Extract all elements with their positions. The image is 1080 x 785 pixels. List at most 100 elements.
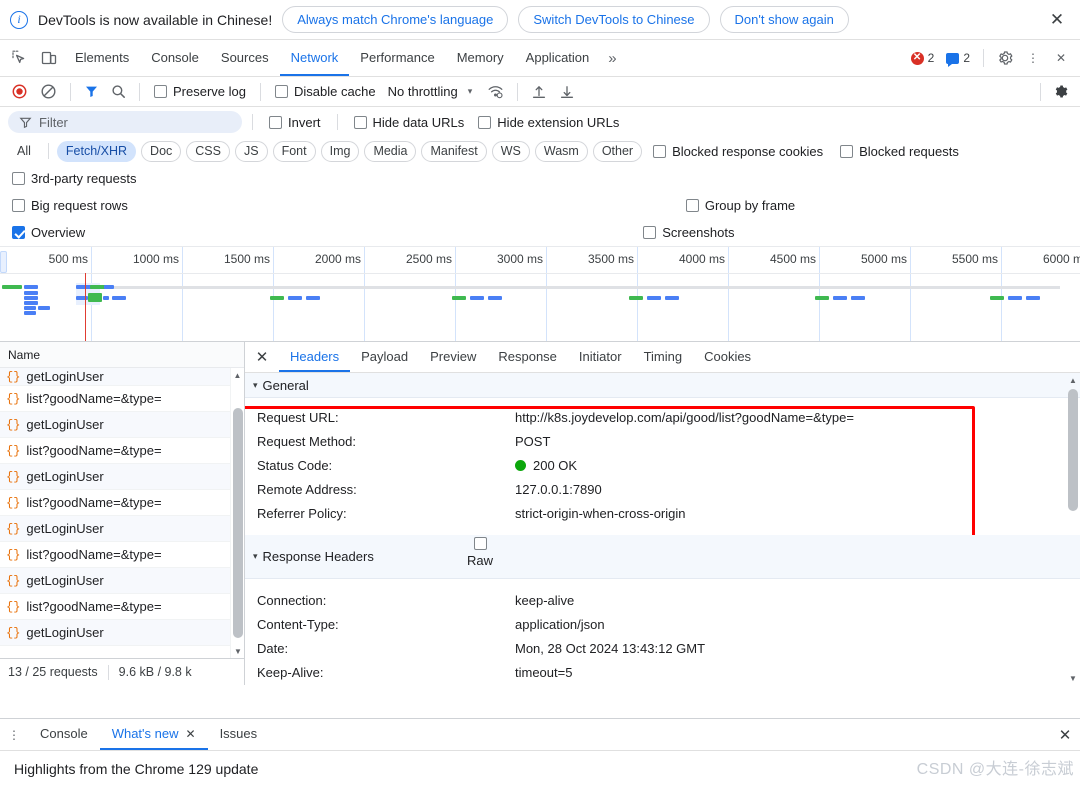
group-by-frame-checkbox[interactable]: Group by frame <box>680 198 801 213</box>
request-list-header[interactable]: Name <box>0 342 244 368</box>
scroll-up-icon[interactable]: ▲ <box>231 368 244 382</box>
drawer-tab-issues[interactable]: Issues <box>208 719 270 750</box>
close-devtools-icon[interactable]: ✕ <box>1048 45 1074 71</box>
filter-chip-other[interactable]: Other <box>592 140 643 162</box>
tab-network[interactable]: Network <box>279 40 350 76</box>
tab-application[interactable]: Application <box>515 40 601 76</box>
response-headers-section-header[interactable]: ▾ Response Headers Raw <box>245 535 1080 579</box>
filter-chip-all[interactable]: All <box>8 141 40 162</box>
network-conditions-icon[interactable] <box>482 80 509 104</box>
network-overview-timeline[interactable]: 500 ms 1000 ms 1500 ms 2000 ms 2500 ms 3… <box>0 246 1080 342</box>
request-list-scrollbar[interactable]: ▲ ▼ <box>230 368 244 658</box>
table-row[interactable]: {} list?goodName=&type= <box>0 594 244 620</box>
export-har-icon[interactable] <box>554 80 580 104</box>
table-row[interactable]: {} getLoginUser <box>0 568 244 594</box>
blocked-requests-checkbox[interactable]: Blocked requests <box>834 144 965 159</box>
dont-show-again-button[interactable]: Don't show again <box>719 6 849 33</box>
request-rows[interactable]: {} getLoginUser {} list?goodName=&type= {}… <box>0 368 244 658</box>
filter-chip-manifest[interactable]: Manifest <box>421 140 487 162</box>
tab-timing[interactable]: Timing <box>633 342 694 372</box>
overview-checkbox[interactable]: Overview <box>8 225 91 240</box>
kebab-menu-icon[interactable]: ⋮ <box>1020 45 1046 71</box>
filter-chip-fetch-xhr[interactable]: Fetch/XHR <box>56 140 137 162</box>
table-row[interactable]: {} list?goodName=&type= <box>0 490 244 516</box>
table-row[interactable]: {} getLoginUser <box>0 620 244 646</box>
table-row[interactable]: {} list?goodName=&type= <box>0 438 244 464</box>
clear-icon[interactable] <box>35 80 62 104</box>
tab-response[interactable]: Response <box>487 342 568 372</box>
invert-checkbox[interactable]: Invert <box>263 115 327 130</box>
tab-elements[interactable]: Elements <box>64 40 140 76</box>
tab-headers[interactable]: Headers <box>279 342 351 372</box>
timeline-tick: 3500 ms <box>588 247 638 341</box>
field-value[interactable]: http://k8s.joydevelop.com/api/good/list?… <box>515 410 854 425</box>
funnel-icon[interactable] <box>79 80 104 104</box>
close-detail-icon[interactable]: ✕ <box>245 342 279 372</box>
switch-to-chinese-button[interactable]: Switch DevTools to Chinese <box>518 6 710 33</box>
error-badge[interactable]: ✕ 2 <box>906 51 940 65</box>
tab-console[interactable]: Console <box>140 40 210 76</box>
tab-cookies[interactable]: Cookies <box>693 342 762 372</box>
scrollbar-thumb[interactable] <box>233 408 243 638</box>
table-row[interactable]: {} list?goodName=&type= <box>0 386 244 412</box>
field-value-wrap: 200 OK <box>515 458 577 473</box>
table-row[interactable]: {} getLoginUser <box>0 516 244 542</box>
third-party-requests-checkbox[interactable]: 3rd-party requests <box>8 171 143 186</box>
overview-left-handle[interactable] <box>0 251 7 273</box>
invert-label: Invert <box>288 114 321 130</box>
search-input[interactable]: Filter <box>8 111 242 133</box>
screenshots-checkbox[interactable]: Screenshots <box>637 225 740 240</box>
record-icon[interactable] <box>6 80 33 104</box>
table-row[interactable]: {} getLoginUser <box>0 368 244 386</box>
scroll-up-icon[interactable]: ▲ <box>1066 373 1080 387</box>
detail-scrollbar[interactable]: ▲ ▼ <box>1066 373 1080 685</box>
raw-toggle[interactable]: Raw <box>467 537 493 568</box>
filter-chip-wasm[interactable]: Wasm <box>534 140 588 162</box>
close-icon[interactable]: ✕ <box>1044 7 1070 33</box>
chevron-down-icon[interactable]: ▾ <box>464 86 481 97</box>
tab-memory[interactable]: Memory <box>446 40 515 76</box>
filter-chip-doc[interactable]: Doc <box>141 140 182 162</box>
scroll-down-icon[interactable]: ▼ <box>1066 671 1080 685</box>
filter-chip-font[interactable]: Font <box>272 140 316 162</box>
tab-sources[interactable]: Sources <box>210 40 280 76</box>
hide-extension-urls-checkbox[interactable]: Hide extension URLs <box>472 115 625 130</box>
warning-badge[interactable]: 2 <box>941 51 975 67</box>
tab-preview[interactable]: Preview <box>419 342 487 372</box>
filter-chip-css[interactable]: CSS <box>186 140 230 162</box>
big-request-rows-checkbox[interactable]: Big request rows <box>8 198 134 213</box>
scroll-down-icon[interactable]: ▼ <box>231 644 244 658</box>
table-row[interactable]: {} getLoginUser <box>0 412 244 438</box>
close-drawer-icon[interactable]: ✕ <box>1050 719 1080 750</box>
disable-cache-checkbox[interactable]: Disable cache <box>269 84 382 99</box>
throttling-select[interactable]: No throttling <box>384 84 462 99</box>
network-settings-gear-icon[interactable] <box>1047 80 1074 104</box>
drawer-kebab-icon[interactable]: ⋮ <box>0 719 28 750</box>
tab-performance[interactable]: Performance <box>349 40 445 76</box>
scrollbar-thumb[interactable] <box>1068 389 1078 511</box>
tab-initiator[interactable]: Initiator <box>568 342 633 372</box>
overview-bar <box>629 296 643 300</box>
hide-data-urls-checkbox[interactable]: Hide data URLs <box>348 115 471 130</box>
table-row[interactable]: {} list?goodName=&type= <box>0 542 244 568</box>
more-tabs-icon[interactable]: » <box>600 40 624 76</box>
tab-payload[interactable]: Payload <box>350 342 419 372</box>
filter-chip-media[interactable]: Media <box>364 140 417 162</box>
close-icon[interactable]: ✕ <box>186 727 196 741</box>
field-label: Request URL: <box>257 409 339 425</box>
always-match-language-button[interactable]: Always match Chrome's language <box>282 6 509 33</box>
inspect-icon[interactable] <box>4 40 34 76</box>
drawer-tab-console[interactable]: Console <box>28 719 100 750</box>
filter-chip-img[interactable]: Img <box>320 140 360 162</box>
drawer-tab-whats-new[interactable]: What's new ✕ <box>99 719 208 750</box>
filter-chip-js[interactable]: JS <box>234 140 268 162</box>
filter-chip-ws[interactable]: WS <box>491 140 530 162</box>
device-toolbar-icon[interactable] <box>34 40 64 76</box>
table-row[interactable]: {} getLoginUser <box>0 464 244 490</box>
gear-icon[interactable] <box>992 45 1018 71</box>
preserve-log-checkbox[interactable]: Preserve log <box>148 84 252 99</box>
search-icon[interactable] <box>106 80 131 104</box>
blocked-response-cookies-checkbox[interactable]: Blocked response cookies <box>647 144 829 159</box>
general-section-header[interactable]: ▾ General <box>245 373 1080 398</box>
import-har-icon[interactable] <box>526 80 552 104</box>
